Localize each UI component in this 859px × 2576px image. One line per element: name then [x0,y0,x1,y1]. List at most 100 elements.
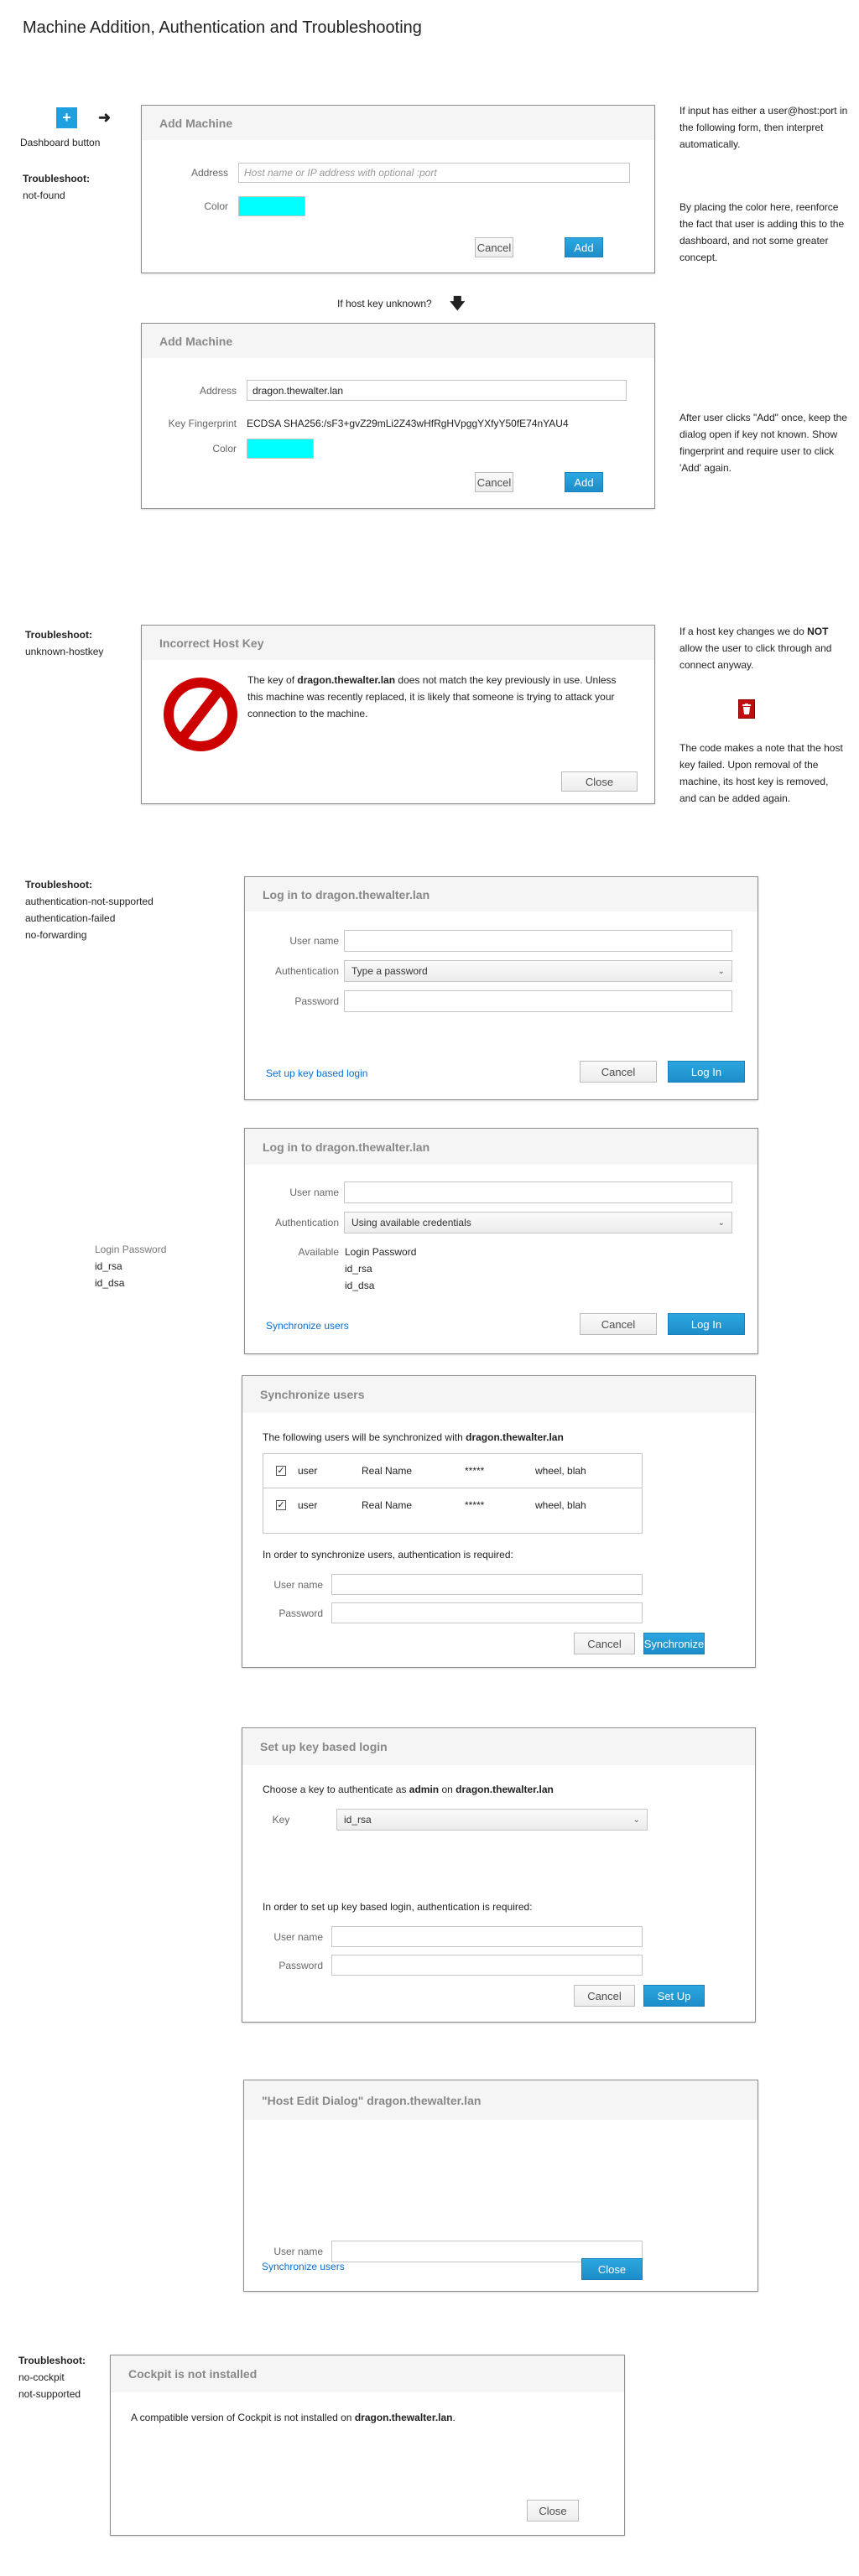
chevron-down-icon: ⌄ [717,966,725,976]
troubleshoot-item: authentication-failed [25,912,116,924]
synchronize-users-link[interactable]: Synchronize users [266,1320,349,1332]
arrow-down-icon: 🡇 [450,295,466,312]
troubleshoot-label: Troubleshoot: [23,173,90,184]
host-name: dragon.thewalter.lan [354,2412,453,2423]
dialog-title: Log in to dragon.thewalter.lan [245,1129,757,1165]
troubleshoot-label: Troubleshoot: [18,2355,86,2366]
add-button[interactable]: Add [565,472,603,492]
side-list-item: Login Password [95,1244,167,1255]
username-label: User name [273,1930,323,1943]
cancel-button[interactable]: Cancel [580,1061,657,1083]
close-button[interactable]: Close [581,2258,643,2280]
address-input[interactable]: Host name or IP address with optional :p… [238,163,630,183]
arrow-right-icon: ➜ [98,109,112,126]
username-input[interactable] [344,1182,732,1203]
login-button[interactable]: Log In [668,1061,745,1083]
username-input[interactable] [331,1574,643,1595]
dialog-title: Incorrect Host Key [142,626,654,660]
user-password: ***** [465,1499,485,1511]
cockpit-not-installed-dialog: Cockpit is not installed A compatible ve… [110,2355,625,2536]
color-picker[interactable] [238,196,305,216]
cancel-button[interactable]: Cancel [574,1633,635,1654]
close-button[interactable]: Close [527,2500,579,2521]
setup-button[interactable]: Set Up [643,1985,705,2007]
trash-icon [738,699,755,719]
synchronize-users-dialog: Synchronize users The following users wi… [242,1375,756,1668]
troubleshoot-label: Troubleshoot: [25,629,92,641]
auth-select[interactable]: Type a password ⌄ [344,960,732,982]
user-real-name: Real Name [362,1499,413,1511]
address-label: Address [199,384,237,397]
note-color-placement: By placing the color here, reenforce the… [679,201,845,263]
cancel-button[interactable]: Cancel [475,237,513,257]
key-select[interactable]: id_rsa ⌄ [336,1809,648,1831]
dialog-title: Synchronize users [242,1376,755,1413]
user-name: admin [409,1784,440,1795]
address-input[interactable]: dragon.thewalter.lan [247,380,627,401]
username-input[interactable] [344,930,732,952]
setup-key-login-link[interactable]: Set up key based login [266,1067,367,1079]
dashboard-button-label: Dashboard button [20,137,101,148]
user-real-name: Real Name [362,1465,413,1477]
troubleshoot-item: authentication-not-supported [25,896,154,907]
page-title: Machine Addition, Authentication and Tro… [23,18,422,37]
incorrect-host-key-dialog: Incorrect Host Key The key of dragon.the… [141,625,655,804]
login-dialog: Log in to dragon.thewalter.lan User name… [244,876,758,1100]
login-credentials-dialog: Log in to dragon.thewalter.lan User name… [244,1128,758,1354]
close-button[interactable]: Close [561,771,638,792]
cancel-button[interactable]: Cancel [574,1985,635,2007]
sync-intro: The following users will be synchronized… [263,1431,564,1443]
add-machine-fingerprint-dialog: Add Machine Address dragon.thewalter.lan… [141,323,655,509]
user-groups: wheel, blah [535,1499,586,1511]
host-key-unknown-label: If host key unknown? [337,298,432,309]
cancel-button[interactable]: Cancel [580,1313,657,1335]
auth-label: Authentication [274,1217,339,1228]
synchronize-button[interactable]: Synchronize [643,1633,705,1654]
troubleshoot-label: Troubleshoot: [25,879,92,891]
user-checkbox[interactable]: ✓ [276,1466,286,1476]
dialog-title: Add Machine [142,324,654,358]
add-button[interactable]: Add [565,237,603,257]
troubleshoot-item: unknown-hostkey [25,646,104,657]
plus-icon: + [62,109,71,126]
username-label: User name [289,935,339,947]
troubleshoot-item: not-supported [18,2388,81,2400]
password-input[interactable] [331,1955,643,1976]
username-label: User name [289,1187,339,1198]
host-edit-dialog: "Host Edit Dialog" dragon.thewalter.lan … [243,2080,758,2292]
user-groups: wheel, blah [535,1465,586,1477]
users-table: ✓ user Real Name ***** wheel, blah ✓ use… [263,1453,643,1534]
cancel-button[interactable]: Cancel [475,472,513,492]
password-label: Password [294,995,339,1007]
dialog-title: "Host Edit Dialog" dragon.thewalter.lan [244,2080,757,2120]
note-host-key-changes: If a host key changes we do NOT allow th… [679,626,832,671]
troubleshoot-item: no-forwarding [25,929,87,941]
user-login: user [298,1499,318,1511]
dashboard-add-button[interactable]: + [56,107,77,128]
note-input-format: If input has either a user@host:port in … [679,105,848,150]
setup-key-login-dialog: Set up key based login Choose a key to a… [242,1727,756,2023]
note-host-key-removal: The code makes a note that the host key … [679,742,843,804]
troubleshoot-item: not-found [23,190,65,201]
username-label: User name [273,1578,323,1591]
color-label: Color [204,200,228,212]
user-login: user [298,1465,318,1477]
note-add-again: After user clicks "Add" once, keep the d… [679,412,847,474]
fingerprint-label: Key Fingerprint [168,418,237,429]
host-key-message: The key of dragon.thewalter.lan does not… [247,674,617,719]
password-input[interactable] [344,990,732,1012]
user-checkbox[interactable]: ✓ [276,1500,286,1510]
setup-intro: Choose a key to authenticate as admin on… [263,1784,554,1795]
host-name: dragon.thewalter.lan [466,1431,564,1443]
chevron-down-icon: ⌄ [633,1815,640,1825]
auth-select[interactable]: Using available credentials ⌄ [344,1212,732,1233]
password-label: Password [279,1959,323,1971]
login-button[interactable]: Log In [668,1313,745,1335]
username-label: User name [273,2246,323,2257]
dialog-title: Set up key based login [242,1728,755,1765]
color-picker[interactable] [247,439,314,459]
setup-auth-note: In order to set up key based login, auth… [263,1901,533,1913]
password-input[interactable] [331,1602,643,1623]
username-input[interactable] [331,1926,643,1947]
synchronize-users-link[interactable]: Synchronize users [262,2261,345,2272]
